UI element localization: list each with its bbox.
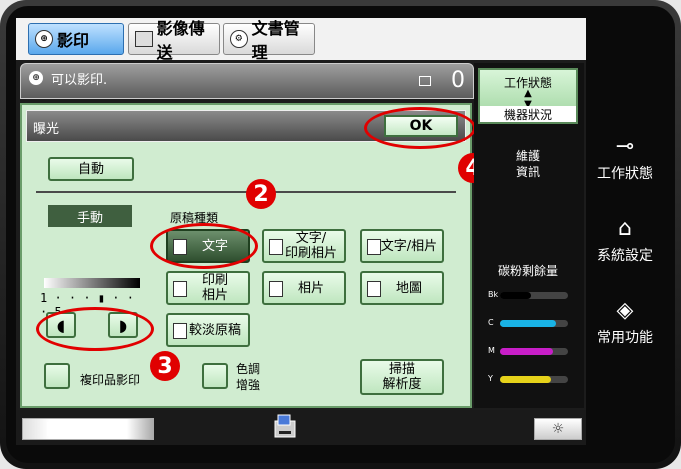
sun-icon: ☼ [551, 421, 565, 437]
mode-tab-bar: ⊕ 影印 影像傳送 ⚙ 文書管理 [16, 18, 586, 62]
document-filing-icon: ⚙ [230, 30, 248, 48]
text-highlight-ring [150, 223, 258, 269]
toner-row: C [488, 318, 570, 330]
exposure-panel: 曝光 OK 自動 手動 原稿種類 1 · · · ▮ · · · 5 ◖ ◗ 文… [20, 103, 488, 408]
toner-label: Y [488, 374, 493, 383]
scanner-icon[interactable] [272, 413, 298, 441]
ok-highlight-ring [364, 107, 476, 149]
toner-label: C [488, 318, 494, 327]
copy-mode-icon: ⊕ [35, 30, 53, 48]
tab-image-send-label: 影像傳送 [156, 19, 205, 62]
type-printed-photo-label: 印刷 相片 [201, 273, 228, 303]
bottom-progress-inner [47, 422, 125, 436]
toner-row: Y [488, 374, 570, 386]
text-printed-photo-icon [269, 239, 283, 255]
toner-track [500, 376, 568, 383]
job-status-icon: ⊸ [615, 134, 635, 159]
toner-track [500, 292, 568, 299]
toner-row: Bk [488, 290, 570, 302]
toner-level-bar [500, 348, 554, 355]
hardkey-system-settings-label: 系統設定 [597, 248, 653, 264]
tab-copy[interactable]: ⊕ 影印 [28, 23, 124, 55]
copy-of-copy-label: 複印品影印 [80, 373, 141, 387]
copy-count: 0 [451, 68, 465, 93]
toner-label: Bk [488, 290, 499, 299]
brightness-button[interactable]: ☼ [534, 418, 582, 440]
callout-3: 3 [150, 351, 180, 381]
toner-level-bar [500, 292, 531, 299]
exposure-highlight-ring [36, 307, 154, 351]
toner-track [500, 320, 568, 327]
tab-copy-label: 影印 [57, 31, 90, 50]
bottom-progress-bar [22, 418, 154, 440]
toner-level-bar [500, 320, 556, 327]
copy-of-copy-checkbox[interactable] [44, 363, 70, 389]
copies-icon [419, 76, 431, 86]
status-bar: ⊕ 可以影印. 0 [20, 63, 474, 99]
toner-title: 碳粉剩餘量 [497, 264, 558, 278]
diamond-icon: ◈ [616, 298, 634, 323]
machine-status-label: 機器狀況 [480, 106, 576, 122]
light-original-icon [173, 323, 187, 339]
type-map-button[interactable]: 地圖 [360, 271, 444, 305]
type-photo-button[interactable]: 相片 [262, 271, 346, 305]
callout-2: 2 [246, 179, 276, 209]
tab-document-filing[interactable]: ⚙ 文書管理 [223, 19, 315, 62]
type-photo-label: 相片 [297, 280, 324, 296]
text-photo-icon [367, 239, 381, 255]
type-light-original-button[interactable]: 較淡原稿 [166, 313, 250, 347]
hardkey-job-status-label: 工作狀態 [597, 166, 653, 182]
printed-photo-icon [173, 281, 187, 297]
hardkey-job-status[interactable]: ⊸ 工作狀態 [590, 134, 660, 183]
image-send-icon [135, 31, 153, 47]
hardkey-common-functions-label: 常用功能 [597, 330, 653, 346]
tab-document-filing-label: 文書管理 [251, 19, 300, 62]
panel-title: 曝光 [33, 122, 60, 137]
type-text-photo-label: 文字/相片 [380, 238, 438, 254]
type-text-printed-photo-button[interactable]: 文字/ 印刷相片 [262, 229, 346, 263]
type-light-original-label: 較淡原稿 [188, 322, 241, 338]
toner-track [500, 348, 568, 355]
manual-label: 手動 [48, 205, 132, 227]
tone-enhance-label: 色調 增強 [236, 362, 261, 392]
exposure-scale [44, 278, 140, 288]
type-text-photo-button[interactable]: 文字/相片 [360, 229, 444, 263]
photo-icon [269, 281, 283, 297]
type-text-printed-photo-label: 文字/ 印刷相片 [284, 231, 337, 261]
type-map-label: 地圖 [395, 280, 422, 296]
copy-status-icon: ⊕ [29, 71, 43, 85]
status-message: 可以影印. [51, 73, 108, 88]
tone-enhance-checkbox[interactable] [202, 363, 228, 389]
scan-resolution-button[interactable]: 掃描 解析度 [360, 359, 444, 395]
map-icon [367, 281, 381, 297]
type-printed-photo-button[interactable]: 印刷 相片 [166, 271, 250, 305]
maintenance-info[interactable]: 維護 資訊 [478, 148, 578, 180]
toner-level-bar [500, 376, 551, 383]
toner-label: M [488, 346, 495, 355]
hardkey-system-settings[interactable]: ⌂ 系統設定 [590, 216, 660, 265]
home-icon: ⌂ [618, 216, 632, 241]
auto-button[interactable]: 自動 [48, 157, 134, 181]
job-status-button[interactable]: 工作狀態 ▲ ▼ 機器狀況 [478, 68, 578, 124]
tab-image-send[interactable]: 影像傳送 [128, 19, 220, 62]
hardkey-common-functions[interactable]: ◈ 常用功能 [590, 298, 660, 347]
toner-row: M [488, 346, 570, 358]
